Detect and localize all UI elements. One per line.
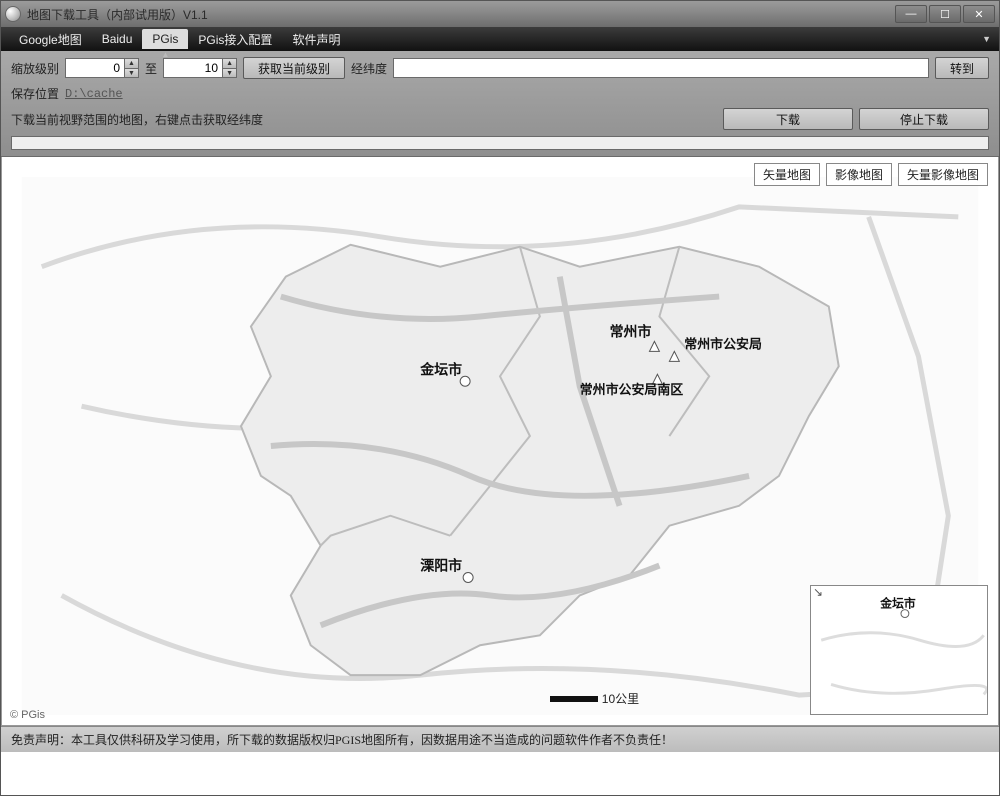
- coords-label: 经纬度: [351, 60, 387, 77]
- svg-text:金坛市: 金坛市: [879, 597, 916, 611]
- zoom-from-spinner[interactable]: ▲▼: [125, 58, 139, 78]
- spinner-up-icon[interactable]: ▲: [125, 58, 139, 68]
- scale-bar-graphic: [550, 696, 598, 702]
- zoom-label: 缩放级别: [11, 60, 59, 77]
- save-row: 保存位置 D:\cache: [11, 85, 989, 102]
- download-button[interactable]: 下载: [723, 108, 853, 130]
- map-attribution: © PGis: [10, 709, 45, 721]
- svg-text:溧阳市: 溧阳市: [420, 558, 462, 575]
- zoom-to-stepper[interactable]: ▲▼: [163, 58, 237, 78]
- zoom-to-spinner[interactable]: ▲▼: [223, 58, 237, 78]
- toolbar: 缩放级别 ▲▼ 至 ▲▼ 获取当前级别 经纬度 转到 保存位置 D:\cache…: [1, 51, 999, 157]
- close-button[interactable]: ✕: [963, 5, 995, 23]
- footer-bar: 免责声明：本工具仅供科研及学习使用，所下载的数据版权归PGIS地图所有，因数据用…: [1, 726, 999, 752]
- map-type-vector-image-button[interactable]: 矢量影像地图: [898, 163, 988, 186]
- zoom-from-input[interactable]: [65, 58, 125, 78]
- save-path-link[interactable]: D:\cache: [65, 87, 123, 101]
- menu-google[interactable]: Google地图: [9, 28, 92, 51]
- menu-bar: Google地图 Baidu PGis PGis接入配置 软件声明 ▼: [1, 27, 999, 51]
- download-progress: [11, 136, 989, 150]
- zoom-to-input[interactable]: [163, 58, 223, 78]
- get-current-level-button[interactable]: 获取当前级别: [243, 57, 345, 79]
- menu-overflow-icon[interactable]: ▼: [982, 34, 991, 44]
- spinner-down-icon[interactable]: ▼: [223, 68, 237, 78]
- menu-about[interactable]: 软件声明: [282, 28, 350, 51]
- menu-baidu[interactable]: Baidu: [92, 29, 143, 49]
- stop-download-button[interactable]: 停止下载: [859, 108, 989, 130]
- svg-text:常州市公安局: 常州市公安局: [684, 336, 762, 351]
- minimap-collapse-icon[interactable]: ↘: [811, 586, 825, 600]
- minimize-button[interactable]: —: [895, 5, 927, 23]
- window-title: 地图下载工具（内部试用版）V1.1: [27, 6, 895, 23]
- scale-bar: 10公里: [550, 690, 639, 707]
- app-icon: [5, 6, 21, 22]
- goto-button[interactable]: 转到: [935, 57, 989, 79]
- minimap-svg: 金坛市: [811, 586, 987, 714]
- svg-text:常州市: 常州市: [610, 323, 652, 340]
- scale-bar-label: 10公里: [602, 690, 639, 707]
- zoom-from-stepper[interactable]: ▲▼: [65, 58, 139, 78]
- spinner-up-icon[interactable]: ▲: [223, 58, 237, 68]
- menu-pgis[interactable]: PGis: [142, 29, 188, 49]
- map-type-image-button[interactable]: 影像地图: [826, 163, 892, 186]
- map-area[interactable]: 矢量地图 影像地图 矢量影像地图: [1, 157, 999, 726]
- maximize-button[interactable]: ☐: [929, 5, 961, 23]
- coords-input[interactable]: [393, 58, 929, 78]
- map-type-vector-button[interactable]: 矢量地图: [754, 163, 820, 186]
- window-controls: — ☐ ✕: [895, 5, 995, 23]
- zoom-sep: 至: [145, 60, 157, 77]
- download-row: 下载当前视野范围的地图，右键点击获取经纬度 下载 停止下载: [11, 108, 989, 130]
- minimap[interactable]: ↘ 金坛市: [810, 585, 988, 715]
- map-type-switcher: 矢量地图 影像地图 矢量影像地图: [754, 163, 988, 186]
- svg-text:金坛市: 金坛市: [419, 361, 462, 378]
- footer-disclaimer: 免责声明：本工具仅供科研及学习使用，所下载的数据版权归PGIS地图所有，因数据用…: [11, 731, 673, 748]
- download-hint: 下载当前视野范围的地图，右键点击获取经纬度: [11, 111, 717, 128]
- zoom-row: 缩放级别 ▲▼ 至 ▲▼ 获取当前级别 经纬度 转到: [11, 57, 989, 79]
- svg-text:常州市公安局南区: 常州市公安局南区: [580, 382, 684, 397]
- save-label: 保存位置: [11, 85, 59, 102]
- spinner-down-icon[interactable]: ▼: [125, 68, 139, 78]
- title-bar: 地图下载工具（内部试用版）V1.1 — ☐ ✕: [1, 1, 999, 27]
- menu-pgis-config[interactable]: PGis接入配置: [188, 28, 282, 51]
